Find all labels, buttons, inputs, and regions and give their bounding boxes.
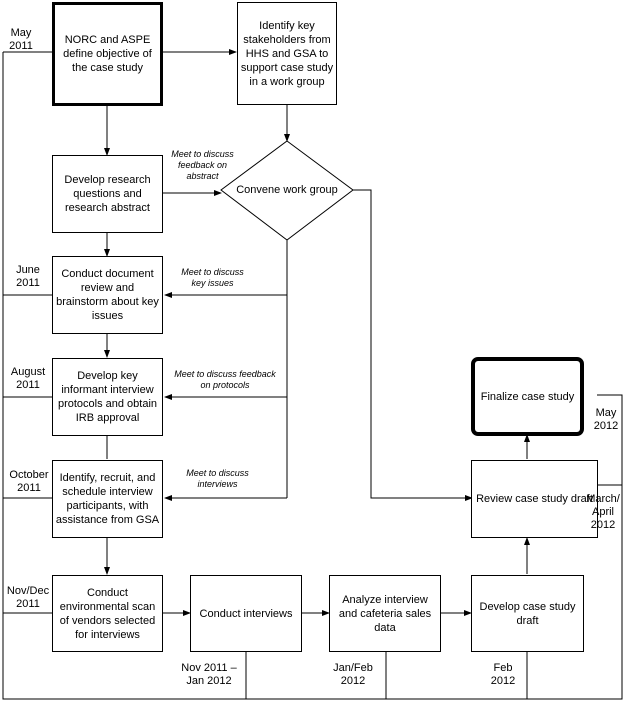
- date-august-2011: August 2011: [10, 366, 46, 391]
- date-may-2012: May 2012: [593, 407, 619, 432]
- node-develop-draft: Develop case study draft: [471, 575, 584, 652]
- node-define-objective: NORC and ASPE define objective of the ca…: [52, 2, 163, 106]
- arrow-convene-to-review: [353, 189, 473, 501]
- node-identify-stakeholders: Identify key stakeholders from HHS and G…: [237, 2, 337, 105]
- date-janfeb-2012: Jan/Feb 2012: [333, 662, 373, 687]
- node-develop-research-questions: Develop research questions and research …: [52, 155, 163, 233]
- note-interviews: Meet to discuss interviews: [186, 468, 249, 489]
- node-analyze-data: Analyze interview and cafeteria sales da…: [329, 575, 441, 652]
- node-finalize-case-study: Finalize case study: [471, 357, 584, 436]
- date-interviews-period: Nov 2011 – Jan 2012: [181, 662, 237, 687]
- date-novdec-2011: Nov/Dec 2011: [6, 585, 50, 610]
- note-protocol-feedback: Meet to discuss feedback on protocols: [174, 369, 276, 390]
- node-convene-work-group: Convene work group: [236, 184, 338, 196]
- node-conduct-interviews: Conduct interviews: [190, 575, 302, 652]
- date-may-2011: May 2011: [9, 27, 33, 52]
- note-abstract-feedback: Meet to discuss feedback on abstract: [171, 149, 234, 181]
- node-environmental-scan: Conduct environmental scan of vendors se…: [52, 575, 163, 652]
- note-key-issues: Meet to discuss key issues: [181, 267, 244, 288]
- node-develop-protocols: Develop key informant interview protocol…: [52, 358, 163, 436]
- date-october-2011: October 2011: [9, 469, 49, 494]
- date-feb-2012: Feb 2012: [490, 662, 516, 687]
- date-marapr-2012: March/April 2012: [586, 493, 620, 531]
- node-document-review: Conduct document review and brainstorm a…: [52, 256, 163, 334]
- node-review-draft: Review case study draft: [471, 460, 598, 538]
- node-recruit-participants: Identify, recruit, and schedule intervie…: [52, 460, 163, 538]
- date-june-2011: June 2011: [16, 264, 40, 289]
